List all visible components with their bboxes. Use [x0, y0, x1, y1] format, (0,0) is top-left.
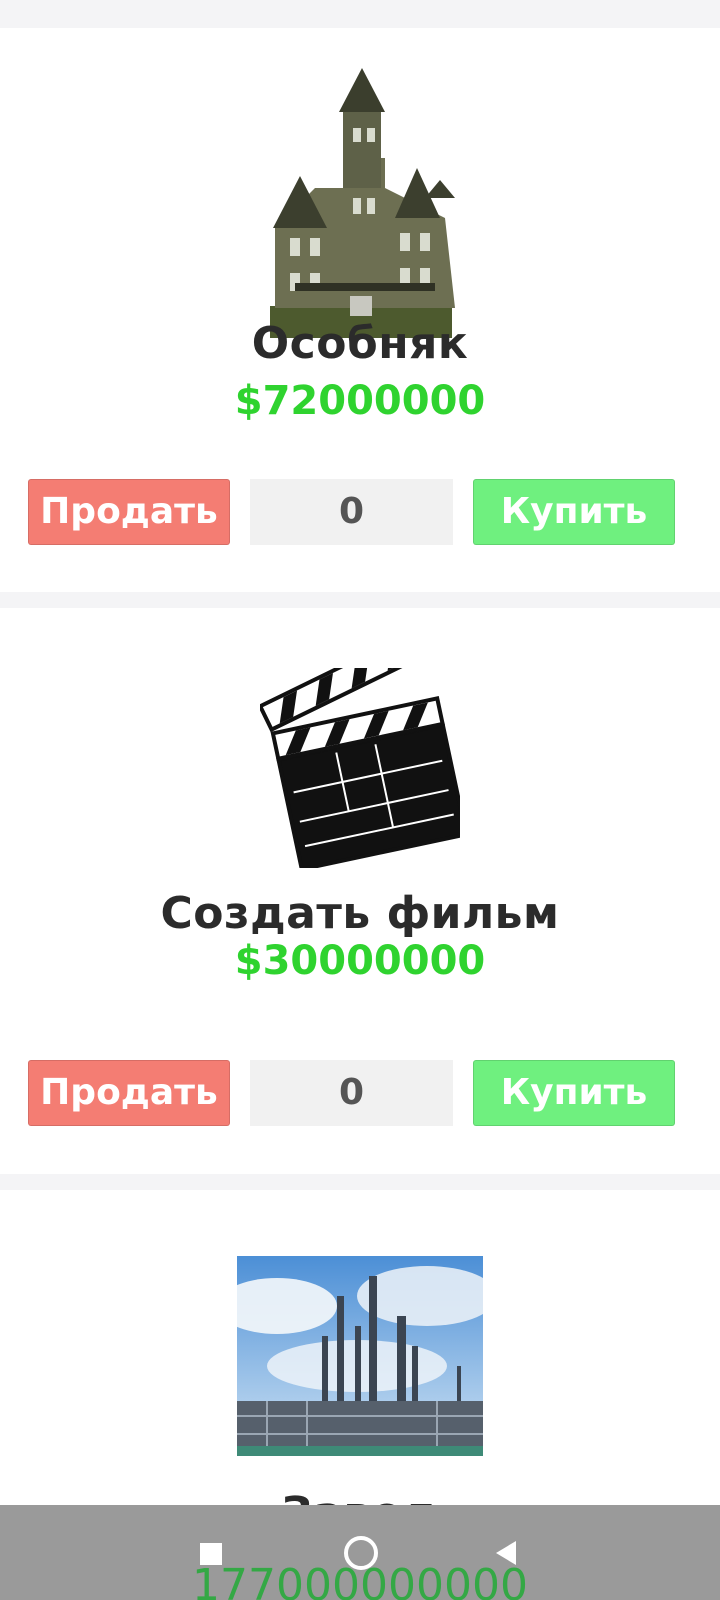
buy-button[interactable]: Купить — [473, 479, 675, 545]
quantity-field[interactable]: 0 — [250, 479, 453, 545]
item-card-film: Создать фильм $30000000 Продать 0 Купить — [0, 608, 720, 1174]
factory-image — [237, 1256, 483, 1456]
item-actions: Продать 0 Купить — [0, 479, 720, 545]
item-price: $30000000 — [234, 938, 486, 984]
item-price: 177000000000 — [192, 1560, 528, 1600]
item-card-mansion: Особняк $72000000 Продать 0 Купить — [0, 28, 720, 592]
sell-button[interactable]: Продать — [28, 479, 230, 545]
item-name: Особняк — [251, 318, 469, 369]
buy-button[interactable]: Купить — [473, 1060, 675, 1126]
mansion-image — [270, 68, 455, 338]
item-name: Создать фильм — [160, 888, 560, 939]
item-actions: Продать 0 Купить — [0, 1060, 720, 1126]
sell-button[interactable]: Продать — [28, 1060, 230, 1126]
clapperboard-icon — [260, 668, 460, 868]
item-price: $72000000 — [234, 378, 486, 424]
quantity-field[interactable]: 0 — [250, 1060, 453, 1126]
